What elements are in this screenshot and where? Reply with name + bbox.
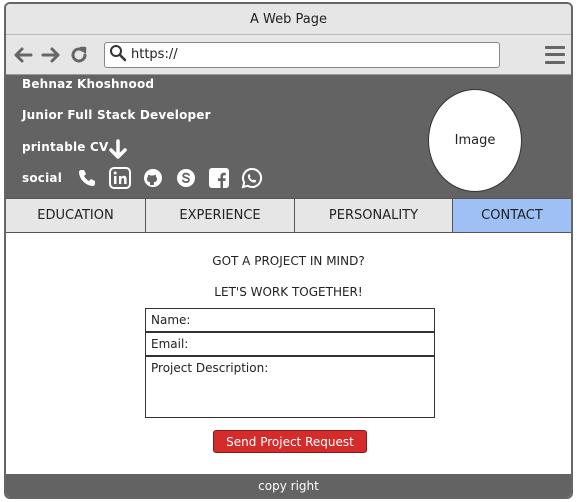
contact-headline: GOT A PROJECT IN MIND? bbox=[212, 254, 365, 268]
social-icons bbox=[76, 167, 263, 189]
avatar-label: Image bbox=[454, 133, 496, 148]
contact-subheadline: LET'S WORK TOGETHER! bbox=[214, 285, 363, 299]
footer-text: copy right bbox=[258, 478, 319, 493]
profile-name: Behnaz Khoshnood bbox=[22, 77, 155, 91]
download-arrow-icon[interactable] bbox=[106, 138, 130, 166]
tab-education[interactable]: EDUCATION bbox=[6, 199, 146, 232]
profile-header: Behnaz Khoshnood Junior Full Stack Devel… bbox=[6, 75, 571, 198]
section-tabs: EDUCATION EXPERIENCE PERSONALITY CONTACT bbox=[6, 198, 571, 233]
tab-personality[interactable]: PERSONALITY bbox=[295, 199, 453, 232]
footer: copy right bbox=[6, 474, 571, 497]
email-field-label: Email: bbox=[151, 337, 189, 351]
skype-icon[interactable] bbox=[175, 167, 197, 189]
window-title: A Web Page bbox=[250, 11, 327, 27]
printable-cv-label: printable CV bbox=[22, 140, 109, 154]
search-icon bbox=[109, 44, 127, 66]
project-description-field[interactable]: Project Description: bbox=[145, 356, 435, 418]
browser-window: A Web Page https:// Behnaz Khoshnood Jun… bbox=[4, 2, 573, 499]
hamburger-menu-icon[interactable] bbox=[545, 45, 565, 64]
email-field[interactable]: Email: bbox=[145, 332, 435, 356]
project-description-label: Project Description: bbox=[151, 361, 269, 375]
facebook-icon[interactable] bbox=[208, 167, 230, 189]
github-icon[interactable] bbox=[142, 167, 164, 189]
social-label: social bbox=[22, 171, 63, 185]
tab-experience[interactable]: EXPERIENCE bbox=[146, 199, 295, 232]
forward-icon[interactable] bbox=[40, 44, 62, 66]
tab-contact[interactable]: CONTACT bbox=[453, 199, 571, 232]
reload-icon[interactable] bbox=[68, 44, 90, 66]
send-project-request-button[interactable]: Send Project Request bbox=[213, 430, 367, 453]
name-field[interactable]: Name: bbox=[145, 308, 435, 332]
browser-toolbar: https:// bbox=[6, 35, 571, 75]
phone-icon[interactable] bbox=[76, 167, 98, 189]
name-field-label: Name: bbox=[151, 313, 191, 327]
back-icon[interactable] bbox=[12, 44, 34, 66]
address-bar[interactable]: https:// bbox=[104, 41, 500, 68]
whatsapp-icon[interactable] bbox=[241, 167, 263, 189]
contact-section: GOT A PROJECT IN MIND? LET'S WORK TOGETH… bbox=[6, 233, 571, 474]
url-text: https:// bbox=[131, 47, 178, 62]
profile-image-placeholder: Image bbox=[428, 89, 522, 192]
profile-role: Junior Full Stack Developer bbox=[22, 108, 211, 122]
linkedin-icon[interactable] bbox=[109, 167, 131, 189]
title-bar: A Web Page bbox=[6, 4, 571, 35]
